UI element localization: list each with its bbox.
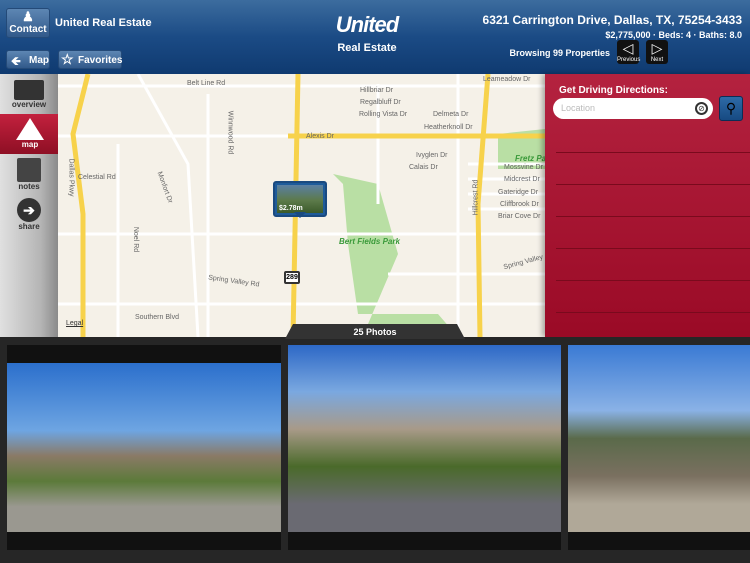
arrow-left-icon: 🡸	[11, 54, 21, 68]
directions-title: Get Driving Directions:	[559, 85, 668, 96]
chevron-left-icon: ◁	[622, 40, 634, 56]
browsing-count: Browsing 99 Properties	[509, 48, 610, 58]
search-icon: ⚲	[725, 100, 737, 116]
photo-strip[interactable]	[0, 337, 750, 563]
park-label: Bert Fields Park	[339, 237, 400, 246]
favorites-button[interactable]: ☆ Favorites	[58, 50, 122, 69]
previous-button[interactable]: ◁ Previous	[617, 40, 640, 64]
map-view[interactable]: Belt Line Rd Winnwood Rd Dallas Pkwy Cel…	[58, 74, 545, 337]
compass-icon[interactable]: ⊘	[695, 102, 708, 115]
highway-shield: 289	[284, 271, 300, 284]
property-pin[interactable]: $2.78m	[273, 181, 327, 218]
person-icon: ♟	[22, 9, 34, 24]
notes-icon	[17, 158, 41, 182]
photo-thumbnail[interactable]	[288, 345, 561, 550]
driving-directions-panel: Get Driving Directions: Location ⊘ ⚲	[545, 74, 750, 337]
share-arrow-icon: ➔	[17, 198, 41, 222]
park-label: Fretz Pa	[515, 154, 545, 163]
chevron-right-icon: ▷	[651, 40, 663, 56]
sidebar-item-share[interactable]: ➔ share	[0, 198, 58, 234]
legal-link[interactable]: Legal	[66, 320, 83, 327]
agent-name: United Real Estate	[55, 17, 152, 29]
sidebar-item-map[interactable]: map	[0, 114, 66, 154]
photos-tab[interactable]: 25 Photos	[285, 324, 465, 339]
sidebar-item-notes[interactable]: notes	[0, 158, 58, 194]
property-details: $2,775,000 · Beds: 4 · Baths: 8.0	[605, 30, 742, 40]
book-icon	[14, 80, 44, 100]
back-to-map-button[interactable]: 🡸 Map	[6, 50, 50, 69]
location-input[interactable]: Location ⊘	[553, 98, 713, 119]
road-icon	[16, 118, 44, 140]
logo: United Real Estate	[335, 12, 399, 54]
next-button[interactable]: ▷ Next	[646, 40, 668, 64]
property-address: 6321 Carrington Drive, Dallas, TX, 75254…	[482, 13, 742, 27]
header: ♟ Contact United Real Estate 🡸 Map ☆ Favor…	[0, 0, 750, 74]
photo-thumbnail[interactable]	[568, 345, 750, 550]
contact-button[interactable]: ♟ Contact	[6, 8, 50, 38]
photo-thumbnail[interactable]	[7, 345, 281, 550]
star-icon: ☆	[61, 51, 74, 67]
search-button[interactable]: ⚲	[719, 96, 743, 121]
sidebar: overview map notes ➔ share	[0, 74, 66, 337]
sidebar-item-overview[interactable]: overview	[0, 78, 58, 114]
